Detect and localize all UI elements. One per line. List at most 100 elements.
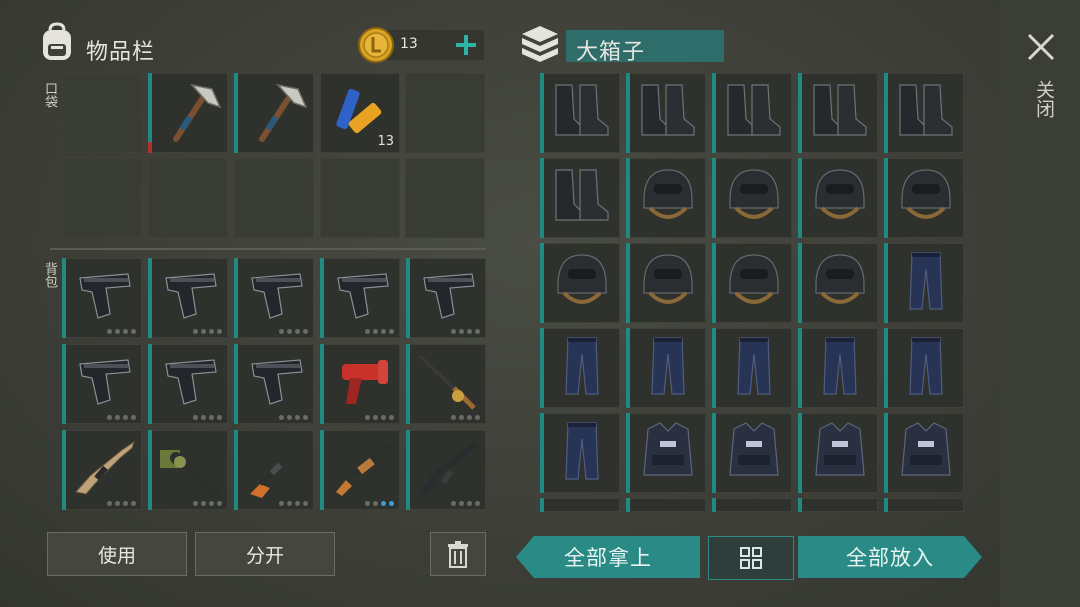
box-slot[interactable] — [884, 328, 964, 408]
pocket-slot-empty[interactable] — [405, 158, 485, 238]
take-all-button[interactable]: 全部拿上 — [516, 536, 700, 578]
pocket-slot[interactable]: 13 — [320, 73, 400, 153]
backpack-slot[interactable] — [234, 430, 314, 510]
box-slot[interactable] — [626, 158, 706, 238]
box-slot-partial[interactable] — [626, 498, 706, 512]
grenade-launcher-icon — [156, 436, 224, 500]
pants-icon — [892, 249, 960, 313]
pocket-slot[interactable] — [234, 73, 314, 153]
attachment-dots — [107, 415, 136, 420]
box-slot[interactable] — [540, 158, 620, 238]
boots-icon — [806, 79, 874, 143]
helmet-icon — [634, 164, 702, 228]
pocket-slot-empty[interactable] — [62, 73, 142, 153]
attachment-dots — [107, 329, 136, 334]
box-slot[interactable] — [626, 328, 706, 408]
box-slot-partial[interactable] — [884, 498, 964, 512]
slot-marker-bar — [540, 243, 544, 323]
close-label[interactable]: 关闭 — [1031, 80, 1058, 118]
box-slot[interactable] — [540, 243, 620, 323]
backpack-slot[interactable] — [148, 430, 228, 510]
box-slot[interactable] — [884, 158, 964, 238]
boots-icon — [634, 79, 702, 143]
backpack-slot[interactable] — [234, 344, 314, 424]
slot-marker-bar — [540, 158, 544, 238]
slot-marker-bar — [626, 73, 630, 153]
backpack-slot[interactable] — [62, 430, 142, 510]
pocket-slot-empty[interactable] — [320, 158, 400, 238]
backpack-slot[interactable] — [406, 344, 486, 424]
box-slot[interactable] — [712, 413, 792, 493]
backpack-slot[interactable] — [320, 258, 400, 338]
slot-marker-bar — [626, 243, 630, 323]
box-slot[interactable] — [798, 243, 878, 323]
backpack-slot[interactable] — [320, 344, 400, 424]
item-quantity: 13 — [377, 134, 394, 149]
box-slot[interactable] — [712, 328, 792, 408]
pickaxe-icon — [259, 83, 308, 142]
sort-button[interactable] — [708, 536, 794, 580]
section-divider — [50, 248, 486, 250]
backpack-slot[interactable] — [62, 344, 142, 424]
box-slot[interactable] — [798, 158, 878, 238]
pocket-slot-empty[interactable] — [234, 158, 314, 238]
box-slot[interactable] — [712, 158, 792, 238]
box-slot[interactable] — [884, 413, 964, 493]
delete-button[interactable] — [430, 532, 486, 576]
box-slot[interactable] — [540, 73, 620, 153]
backpack-slot[interactable] — [148, 344, 228, 424]
box-slot[interactable] — [712, 73, 792, 153]
close-x-icon[interactable] — [1026, 32, 1056, 62]
box-slot[interactable] — [884, 243, 964, 323]
box-slot[interactable] — [626, 413, 706, 493]
durability-bar — [406, 344, 410, 424]
m16-rifle-icon — [414, 436, 482, 500]
slot-marker-bar — [626, 413, 630, 493]
attachment-dots — [107, 501, 136, 506]
backpack-slot[interactable] — [406, 258, 486, 338]
coin-icon — [358, 27, 394, 63]
pants-icon — [892, 334, 960, 398]
split-button[interactable]: 分开 — [195, 532, 335, 576]
shotgun-icon — [328, 436, 396, 500]
pocket-slot[interactable] — [148, 73, 228, 153]
slot-marker-bar — [626, 498, 630, 512]
slot-marker-bar — [626, 158, 630, 238]
use-button[interactable]: 使用 — [47, 532, 187, 576]
box-slot[interactable] — [626, 243, 706, 323]
box-slot[interactable] — [712, 243, 792, 323]
box-slot[interactable] — [540, 328, 620, 408]
pocket-slot-empty[interactable] — [148, 158, 228, 238]
slot-marker-bar — [540, 413, 544, 493]
backpack-slot[interactable] — [148, 258, 228, 338]
box-slot-partial[interactable] — [712, 498, 792, 512]
box-slot[interactable] — [540, 413, 620, 493]
coin-count: 13 — [400, 36, 418, 52]
box-slot[interactable] — [798, 413, 878, 493]
box-slot-partial[interactable] — [798, 498, 878, 512]
backpack-slot[interactable] — [406, 430, 486, 510]
backpack-slot[interactable] — [320, 430, 400, 510]
helmet-icon — [892, 164, 960, 228]
plus-icon[interactable] — [454, 33, 478, 57]
durability-bar — [62, 344, 66, 424]
backpack-slot[interactable] — [62, 258, 142, 338]
box-slot[interactable] — [798, 328, 878, 408]
durability-bar — [148, 344, 152, 424]
box-slot[interactable] — [626, 73, 706, 153]
box-slot-partial[interactable] — [540, 498, 620, 512]
box-slot[interactable] — [884, 73, 964, 153]
pocket-slot-empty[interactable] — [62, 158, 142, 238]
helmet-icon — [634, 249, 702, 313]
slot-marker-bar — [540, 498, 544, 512]
pistol-icon — [242, 350, 310, 414]
backpack-slot[interactable] — [234, 258, 314, 338]
attachment-dots — [193, 329, 222, 334]
pistol-icon — [156, 264, 224, 328]
box-slot[interactable] — [798, 73, 878, 153]
attachment-dots — [451, 501, 480, 506]
pocket-slot-empty[interactable] — [405, 73, 485, 153]
pistol-icon — [328, 264, 396, 328]
attachment-dots — [279, 329, 308, 334]
put-all-button[interactable]: 全部放入 — [798, 536, 982, 578]
